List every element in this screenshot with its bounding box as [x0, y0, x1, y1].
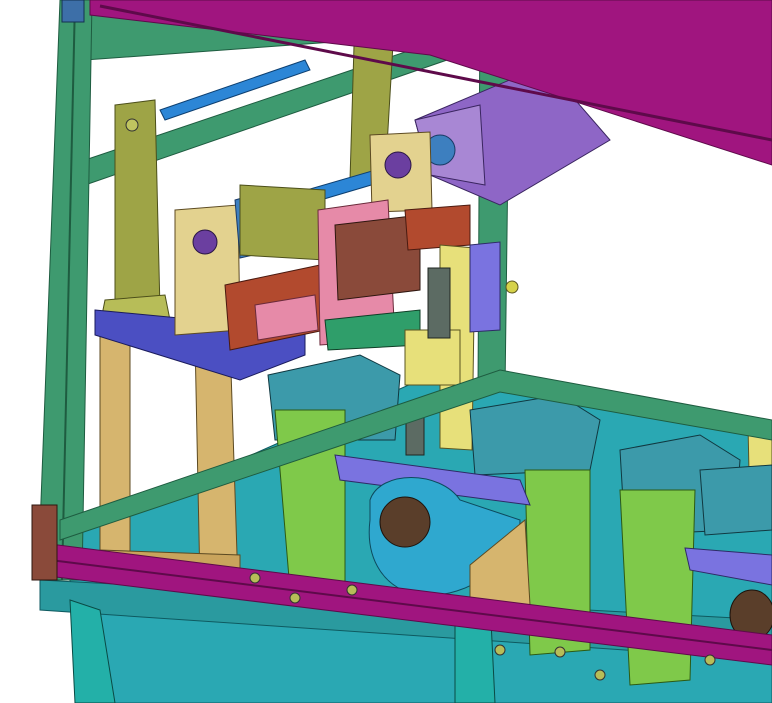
corner-bracket [31, 504, 58, 581]
green-column-right [619, 489, 696, 686]
bolt-icon [125, 118, 139, 132]
olive-mount-plate [239, 184, 326, 261]
red-side-block [404, 204, 471, 251]
cad-assembly-viewport [0, 0, 772, 703]
corner-bracket-top [61, 0, 85, 23]
purple-sensor-bracket [469, 241, 501, 333]
guide-ring-icon-2 [384, 151, 412, 179]
guide-ring-icon [192, 229, 218, 255]
right-teal-cylinder [699, 464, 772, 536]
left-upright-bracket [114, 99, 161, 316]
cad-assembly-icon [0, 0, 772, 703]
pneumatic-cylinder-gray [427, 267, 451, 339]
tan-support-left-leg [99, 329, 131, 566]
gripper-jaw-icon [379, 496, 431, 548]
yellow-knob-icon [505, 280, 519, 294]
